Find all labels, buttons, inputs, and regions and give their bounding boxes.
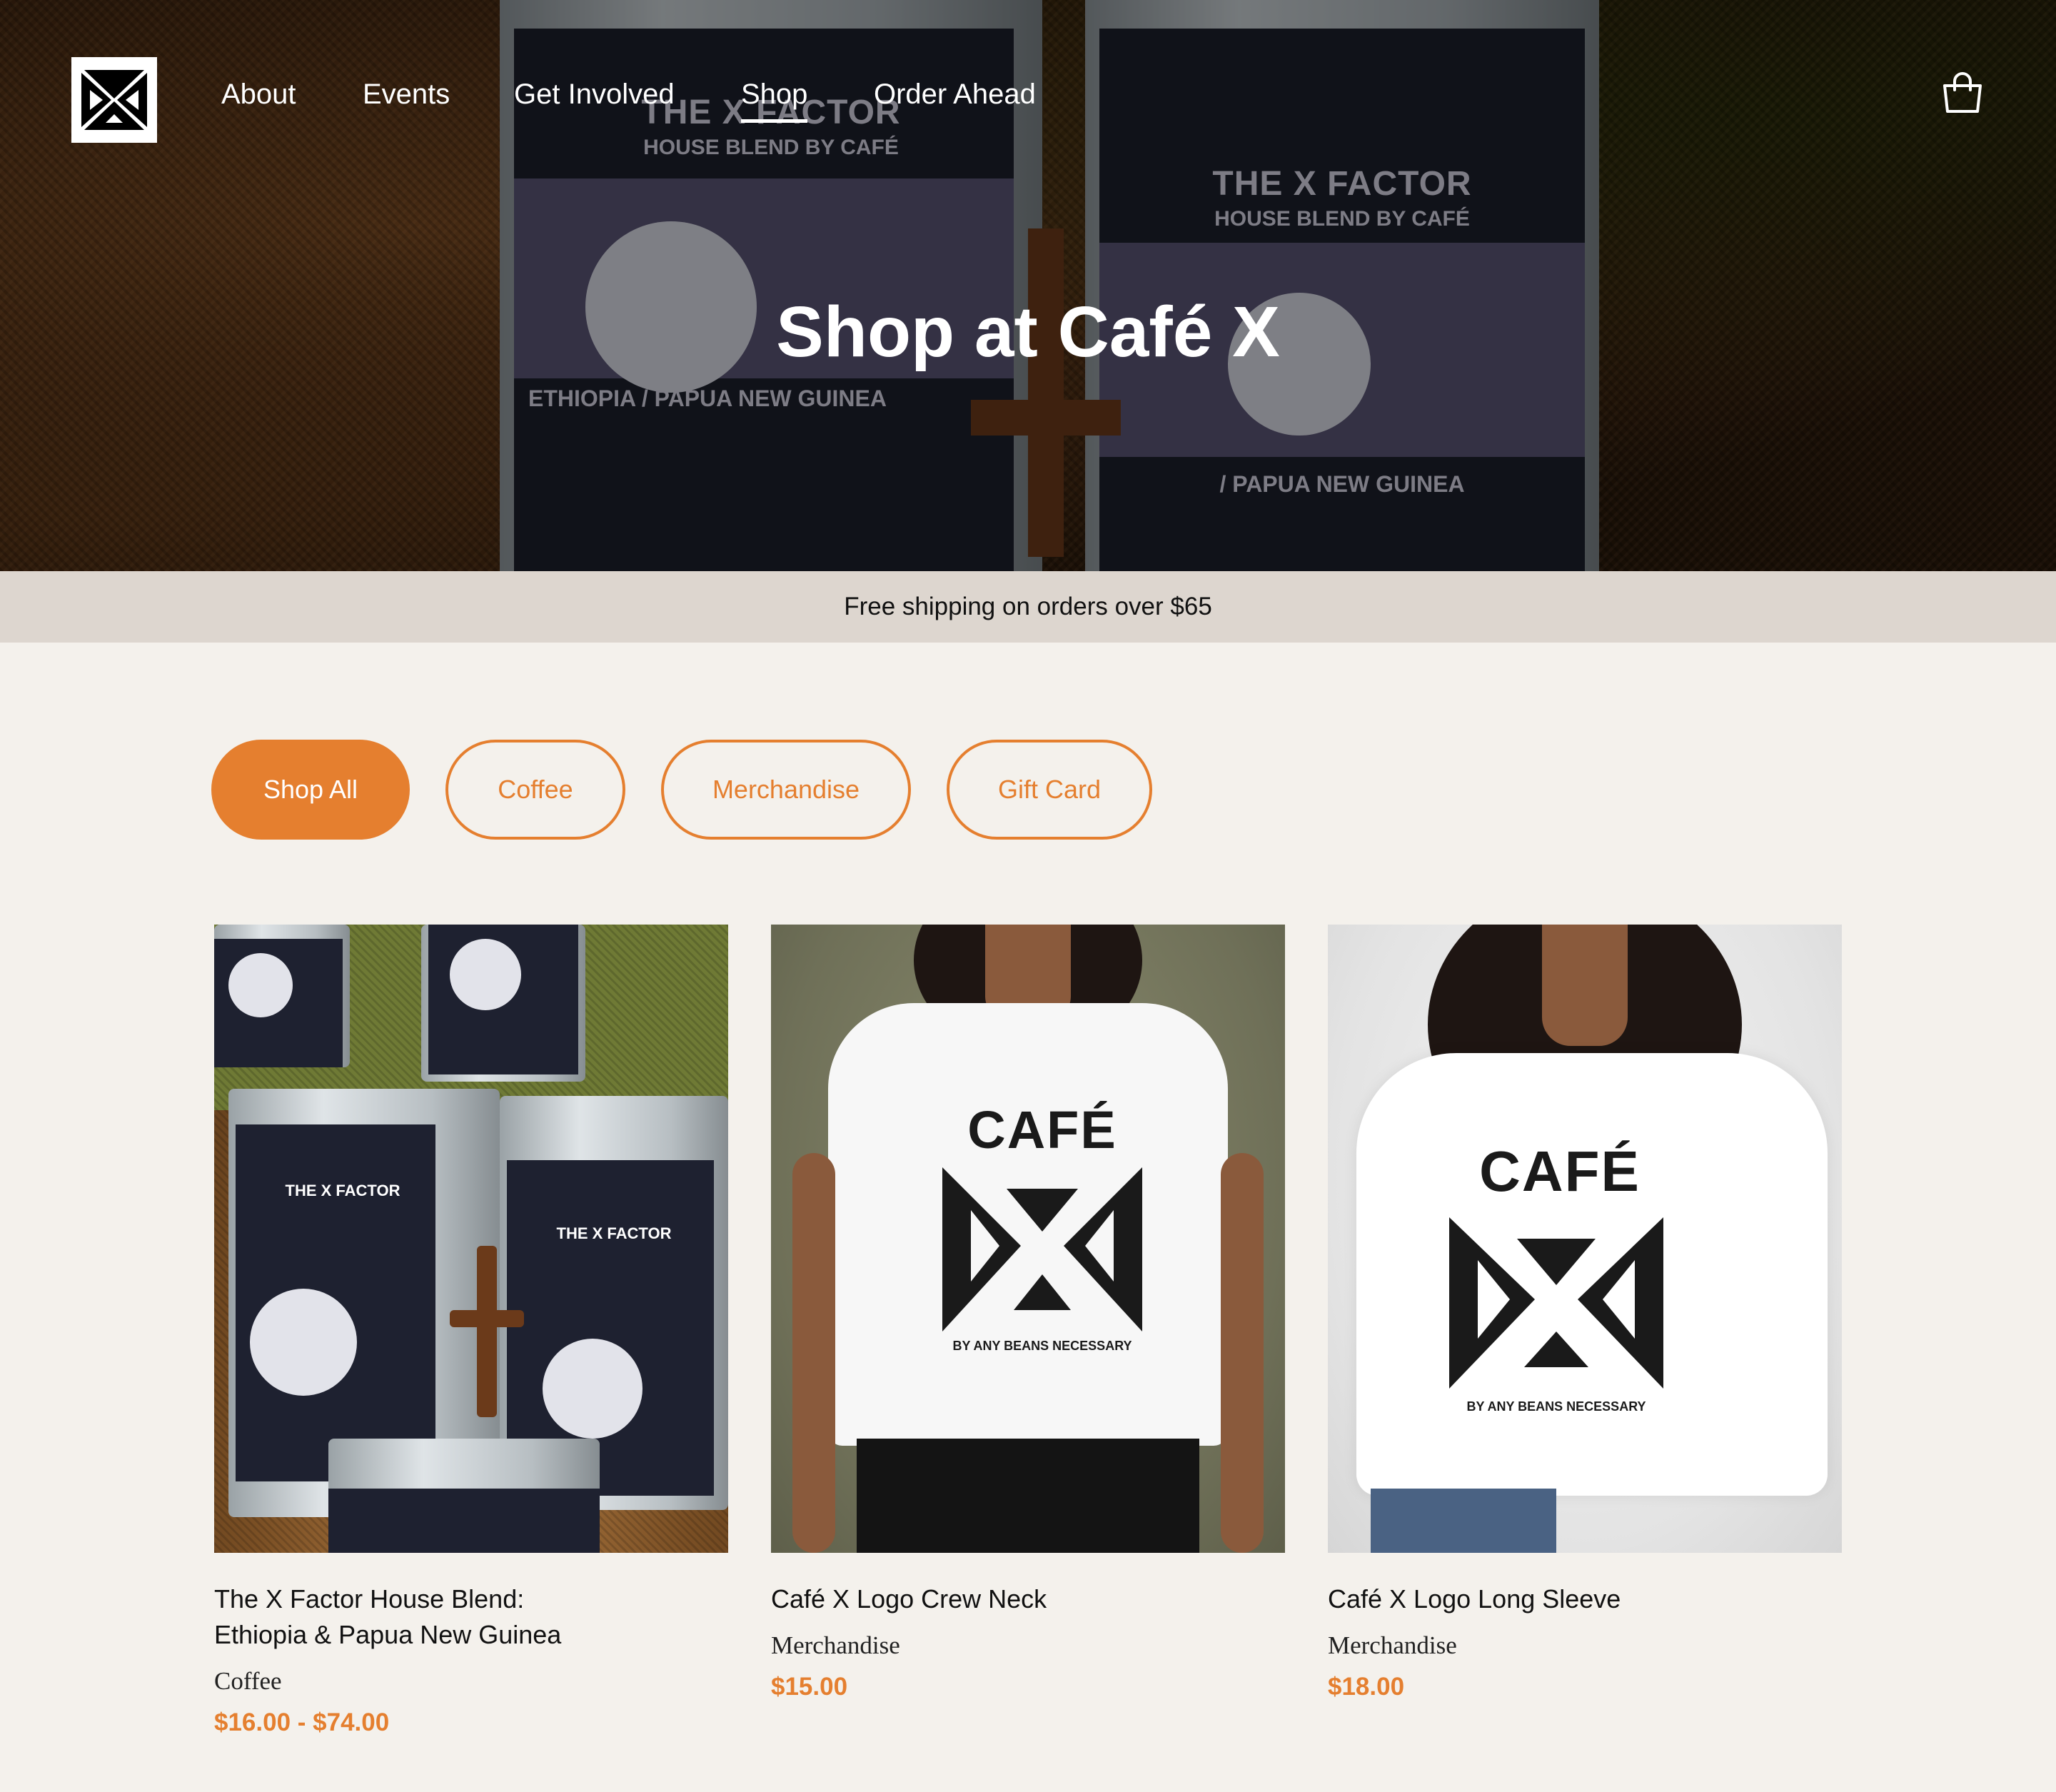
cafe-x-logo-icon <box>1449 1217 1663 1389</box>
product-price: $16.00 - $74.00 <box>214 1708 390 1736</box>
top-nav: About Events Get Involved Shop Order Ahe… <box>0 0 2056 186</box>
product-image-house-blend[interactable]: THE X FACTOR THE X FACTOR <box>214 925 728 1553</box>
shopping-bag-icon[interactable] <box>1940 71 1985 116</box>
page-title: Shop at Café X <box>776 292 1280 372</box>
product-name[interactable]: Café X Logo Crew Neck <box>771 1581 1142 1617</box>
product-card-crew-neck[interactable]: CAFÉ BY ANY BEANS NECESSARY Café X Logo … <box>771 925 1285 1701</box>
product-image-long-sleeve[interactable]: CAFÉ BY ANY BEANS NECESSARY <box>1328 925 1842 1553</box>
cafe-logo-print: CAFÉ <box>1479 1139 1641 1203</box>
nav-get-involved[interactable]: Get Involved <box>514 77 675 111</box>
product-price: $18.00 <box>1328 1673 1405 1701</box>
nav-shop[interactable]: Shop <box>741 77 808 123</box>
nav-order-ahead[interactable]: Order Ahead <box>874 77 1036 111</box>
nav-about[interactable]: About <box>221 77 296 111</box>
product-name[interactable]: Café X Logo Long Sleeve <box>1328 1581 1699 1617</box>
cafe-logo-print: CAFÉ <box>967 1100 1117 1159</box>
filter-merchandise-button[interactable]: Merchandise <box>661 740 911 840</box>
product-category: Merchandise <box>771 1631 900 1659</box>
product-card-house-blend[interactable]: THE X FACTOR THE X FACTOR The X Factor H… <box>214 925 728 1737</box>
product-category: Merchandise <box>1328 1631 1457 1659</box>
product-category: Coffee <box>214 1667 282 1695</box>
product-card-long-sleeve[interactable]: CAFÉ BY ANY BEANS NECESSARY Café X Logo … <box>1328 925 1842 1701</box>
product-image-crew-neck[interactable]: CAFÉ BY ANY BEANS NECESSARY <box>771 925 1285 1553</box>
filter-gift-card-button[interactable]: Gift Card <box>947 740 1152 840</box>
product-name[interactable]: The X Factor House Blend: Ethiopia & Pap… <box>214 1581 585 1653</box>
hero-banner: THE X FACTOR HOUSE BLEND BY CAFÉ ETHIOPI… <box>0 0 2056 571</box>
filter-shop-all-button[interactable]: Shop All <box>211 740 410 840</box>
product-price: $15.00 <box>771 1673 848 1701</box>
cafe-x-logo-icon <box>942 1167 1142 1332</box>
nav-events[interactable]: Events <box>363 77 450 111</box>
cafe-x-logo-icon[interactable] <box>71 57 157 143</box>
filter-coffee-button[interactable]: Coffee <box>445 740 625 840</box>
shipping-banner: Free shipping on orders over $65 <box>0 571 2056 643</box>
shipping-banner-text: Free shipping on orders over $65 <box>844 593 1212 620</box>
